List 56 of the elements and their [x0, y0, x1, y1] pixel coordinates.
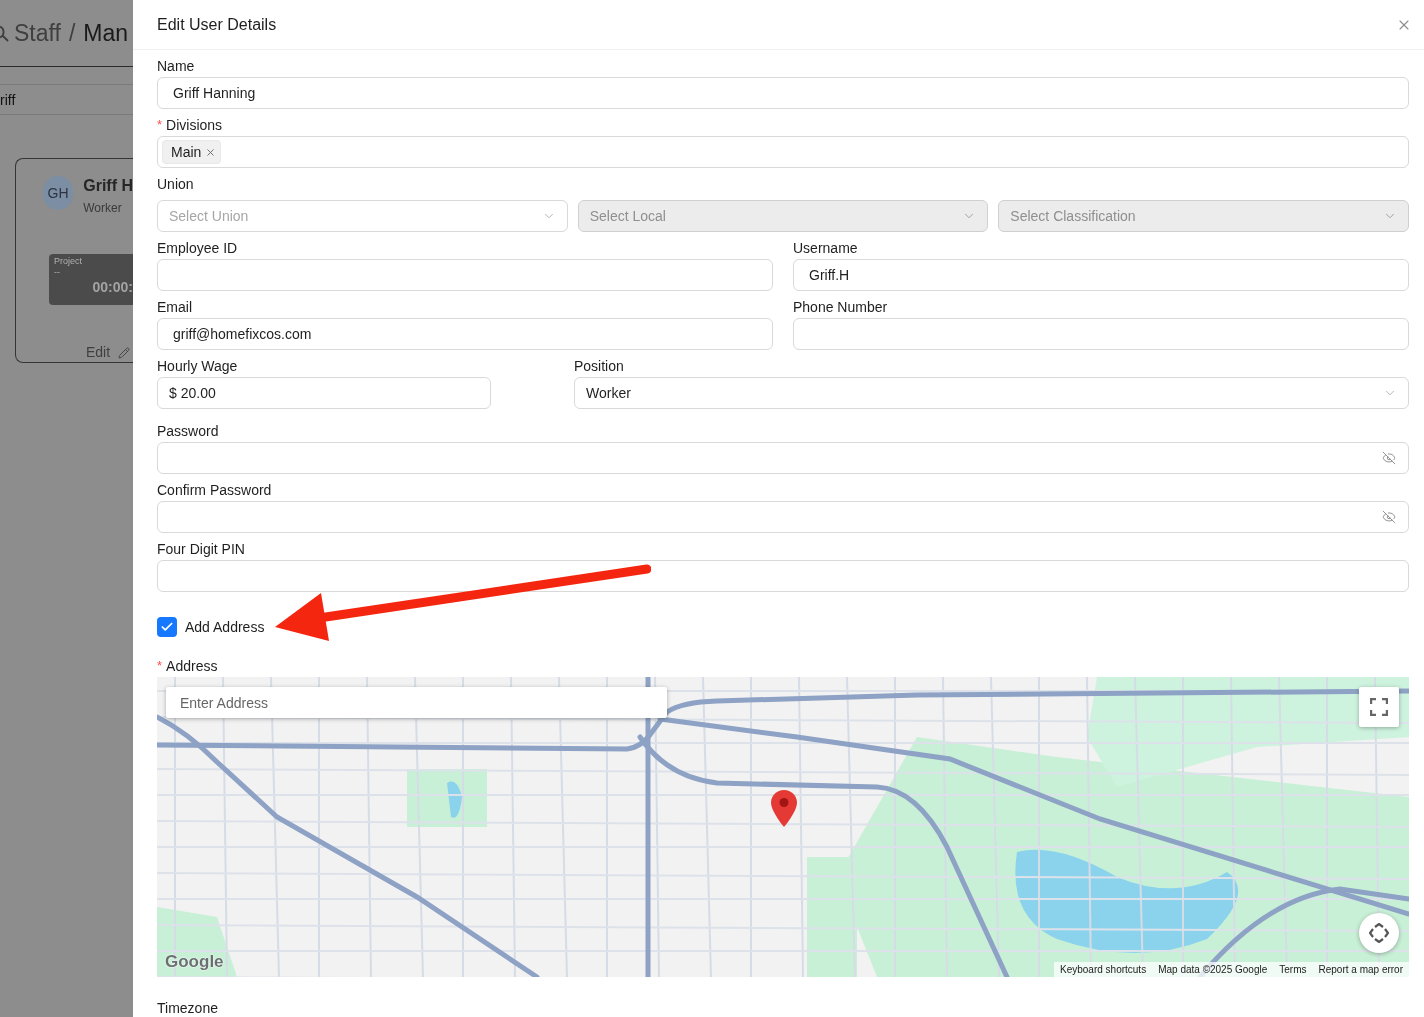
- move-arrows-icon: [1369, 923, 1389, 943]
- field-label: Union: [157, 174, 194, 194]
- select-field[interactable]: Worker: [574, 377, 1409, 409]
- pencil-icon[interactable]: [118, 346, 131, 359]
- breadcrumb-separator: /: [68, 18, 76, 48]
- field-label: Address: [166, 656, 218, 676]
- field-label: Timezone: [157, 998, 218, 1017]
- checkbox-label[interactable]: Add Address: [185, 616, 265, 638]
- password-field[interactable]: [157, 501, 1409, 533]
- field-label: Divisions: [166, 115, 223, 135]
- field-label: Four Digit PIN: [157, 539, 245, 559]
- staff-role: Worker: [83, 200, 123, 217]
- field-label: Hourly Wage: [157, 356, 238, 376]
- fullscreen-icon: [1370, 698, 1388, 716]
- check-icon: [160, 620, 174, 634]
- map-pin-icon[interactable]: [771, 790, 797, 827]
- map-attribution-link[interactable]: Keyboard shortcuts: [1060, 962, 1147, 977]
- fullscreen-button[interactable]: [1359, 687, 1399, 727]
- required-mark: *: [157, 657, 163, 676]
- text-field[interactable]: [157, 560, 1409, 592]
- map-attribution-link[interactable]: Terms: [1279, 962, 1307, 977]
- timer: 00:00:: [92, 278, 133, 296]
- field-label: Position: [574, 356, 624, 376]
- breadcrumb-current: Man: [83, 18, 129, 48]
- field-label: Name: [157, 56, 195, 76]
- map-logo: Google: [165, 950, 224, 973]
- project-value: --: [54, 267, 61, 278]
- tag-select-field[interactable]: Main: [157, 136, 1409, 168]
- eye-off-icon[interactable]: [1382, 510, 1396, 524]
- remove-icon[interactable]: [205, 146, 217, 158]
- map-attribution-link[interactable]: Map data ©2025 Google: [1158, 962, 1268, 977]
- text-field[interactable]: Griff.H: [793, 259, 1409, 291]
- text-field[interactable]: griff@homefixcos.com: [157, 318, 773, 350]
- text-field[interactable]: [793, 318, 1409, 350]
- wage-field[interactable]: $ 20.00: [157, 377, 491, 409]
- field-label: Username: [793, 238, 858, 258]
- map-attribution-link[interactable]: Report a map error: [1318, 962, 1403, 977]
- eye-off-icon[interactable]: [1382, 451, 1396, 465]
- field-label: Password: [157, 421, 219, 441]
- required-mark: *: [157, 116, 163, 135]
- text-field[interactable]: Griff Hanning: [157, 77, 1409, 109]
- dialog-title: Edit User Details: [157, 14, 277, 35]
- search-field[interactable]: riff: [0, 84, 133, 115]
- staff-name: Griff H: [83, 176, 133, 196]
- division-tag[interactable]: Main: [162, 140, 222, 164]
- field-label: Employee ID: [157, 238, 238, 258]
- checkbox[interactable]: [157, 617, 177, 637]
- text-field[interactable]: [157, 259, 773, 291]
- address-search-field[interactable]: Enter Address: [166, 687, 667, 718]
- avatar: GH: [43, 176, 74, 210]
- password-field[interactable]: [157, 442, 1409, 474]
- search-icon: [0, 24, 9, 42]
- project-label: Project: [54, 256, 83, 267]
- field-label: Phone Number: [793, 297, 888, 317]
- field-label: Email: [157, 297, 192, 317]
- field-label: Confirm Password: [157, 480, 272, 500]
